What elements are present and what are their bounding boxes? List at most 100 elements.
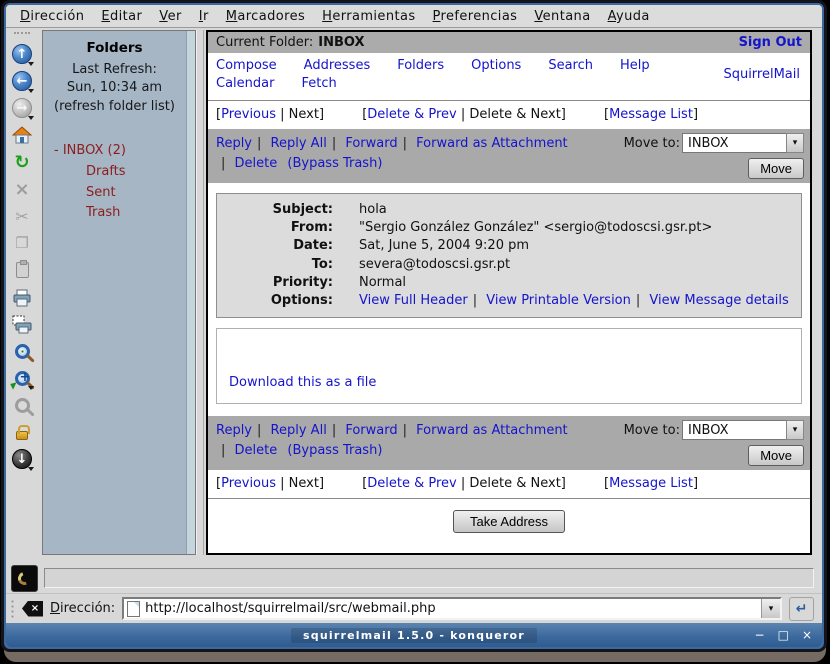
bypass-trash-link[interactable]: (Bypass Trash) (287, 156, 382, 171)
url-input[interactable] (145, 601, 761, 616)
chevron-down-icon[interactable]: ▾ (786, 420, 804, 440)
view-message-details-link[interactable]: View Message details (649, 293, 788, 308)
chevron-down-icon[interactable]: ▾ (786, 133, 804, 153)
nav-search[interactable]: Search (548, 58, 593, 73)
print-icon[interactable] (10, 285, 34, 309)
back-icon[interactable]: ← (10, 69, 34, 93)
message-list-link[interactable]: Message List (609, 107, 693, 122)
cut-icon[interactable]: ✂ (10, 204, 34, 228)
delete-prev-link[interactable]: Delete & Prev (367, 476, 456, 491)
toolbar-grip[interactable] (10, 599, 15, 619)
forward-link[interactable]: Forward (345, 136, 397, 151)
clear-location-icon[interactable]: × (22, 601, 43, 617)
menu-view[interactable]: Ver (159, 9, 181, 24)
reply-link[interactable]: Reply (216, 423, 252, 438)
copy-icon[interactable]: ❐ (10, 231, 34, 255)
maximize-button[interactable]: □ (778, 628, 789, 642)
delete-link[interactable]: Delete (235, 443, 278, 458)
pager-bottom: [Previous | Next] [Delete & Prev | Delet… (208, 470, 810, 498)
security-icon[interactable] (10, 420, 34, 444)
nav-calendar[interactable]: Calendar (216, 76, 274, 91)
options-label: Options: (223, 292, 333, 310)
forward-icon[interactable]: → (10, 96, 34, 120)
pane-splitter[interactable] (196, 30, 204, 555)
nav-folders[interactable]: Folders (397, 58, 444, 73)
nav-fetch[interactable]: Fetch (301, 76, 336, 91)
move-folder-select[interactable]: INBOX (682, 133, 786, 153)
zoom-in-icon[interactable] (10, 366, 34, 390)
move-to-label: Move to: (624, 136, 680, 151)
reply-link[interactable]: Reply (216, 136, 252, 151)
menu-go[interactable]: Ir (199, 9, 209, 24)
menu-settings[interactable]: Preferencias (433, 9, 518, 24)
view-printable-link[interactable]: View Printable Version (486, 293, 631, 308)
download-icon[interactable]: ↓ (10, 447, 34, 471)
up-icon[interactable]: ↑ (10, 42, 34, 66)
nav-options[interactable]: Options (471, 58, 521, 73)
location-toolbar: × Dirección: ▾ ↵ (6, 593, 822, 623)
current-folder-label: Current Folder: (216, 35, 313, 50)
menu-window[interactable]: Ventana (534, 9, 590, 24)
move-button[interactable]: Move (748, 158, 804, 179)
chevron-down-icon[interactable]: ▾ (761, 599, 780, 618)
message-body: Download this as a file (216, 328, 802, 404)
menu-edit[interactable]: Editar (101, 9, 142, 24)
minimize-button[interactable]: − (755, 628, 765, 642)
priority-label: Priority: (223, 274, 333, 292)
take-address-button[interactable]: Take Address (453, 510, 565, 533)
menu-tools[interactable]: Herramientas (322, 9, 415, 24)
nav-compose[interactable]: Compose (216, 58, 277, 73)
paste-icon[interactable] (10, 258, 34, 282)
forward-attachment-link[interactable]: Forward as Attachment (416, 423, 568, 438)
folder-drafts[interactable]: Drafts (54, 162, 183, 183)
go-icon[interactable]: ↵ (789, 597, 814, 621)
delete-prev-link[interactable]: Delete & Prev (367, 107, 456, 122)
move-folder-select[interactable]: INBOX (682, 420, 786, 440)
folder-sent[interactable]: Sent (54, 183, 183, 204)
move-to-label: Move to: (624, 423, 680, 438)
print-frame-icon[interactable] (10, 312, 34, 336)
action-bar-bottom: Reply| Reply All| Forward| Forward as At… (208, 416, 810, 470)
menu-help[interactable]: Ayuda (608, 9, 650, 24)
refresh-folder-list-link[interactable]: (refresh folder list) (46, 98, 183, 117)
date-label: Date: (223, 237, 333, 255)
zoom-out-icon[interactable] (10, 393, 34, 417)
move-controls: Move to: INBOX ▾ Move (624, 420, 804, 466)
folder-trash[interactable]: Trash (54, 203, 183, 224)
delete-link[interactable]: Delete (235, 156, 278, 171)
menu-bookmarks[interactable]: Marcadores (226, 9, 305, 24)
forward-link[interactable]: Forward (345, 423, 397, 438)
message-list-link[interactable]: Message List (609, 476, 693, 491)
subject-label: Subject: (223, 201, 333, 219)
to-value: severa@todoscsi.gsr.pt (333, 256, 510, 274)
nav-help[interactable]: Help (620, 58, 650, 73)
message-view-frame: Current Folder: INBOX Sign Out Compose A… (206, 30, 812, 555)
reload-icon[interactable]: ↻ (10, 150, 34, 174)
sign-out-link[interactable]: Sign Out (739, 35, 802, 50)
reply-all-link[interactable]: Reply All (271, 136, 327, 151)
from-value: "Sergio González González" <sergio@todos… (333, 219, 712, 237)
forward-attachment-link[interactable]: Forward as Attachment (416, 136, 568, 151)
subject-value: hola (333, 201, 387, 219)
sidebar-scrollbar[interactable] (186, 31, 195, 554)
close-button[interactable]: × (802, 628, 812, 642)
stop-icon[interactable]: × (10, 177, 34, 201)
loading-spinner-icon (11, 565, 38, 592)
previous-link[interactable]: Previous (221, 476, 276, 491)
page-icon (127, 601, 140, 617)
view-magnifier-icon[interactable] (10, 339, 34, 363)
folder-list: - INBOX (2) Drafts Sent Trash (46, 141, 183, 224)
move-button[interactable]: Move (748, 445, 804, 466)
home-icon[interactable] (10, 123, 34, 147)
download-file-link[interactable]: Download this as a file (229, 375, 376, 390)
menu-location[interactable]: Dirección (20, 9, 84, 24)
pager-top: [Previous | Next] [Delete & Prev | Delet… (208, 101, 810, 129)
action-bar-top: Reply| Reply All| Forward| Forward as At… (208, 129, 810, 183)
view-full-header-link[interactable]: View Full Header (359, 293, 468, 308)
nav-addresses[interactable]: Addresses (304, 58, 371, 73)
bypass-trash-link[interactable]: (Bypass Trash) (287, 443, 382, 458)
toolbar-grip[interactable] (14, 32, 30, 36)
previous-link[interactable]: Previous (221, 107, 276, 122)
reply-all-link[interactable]: Reply All (271, 423, 327, 438)
folder-inbox[interactable]: - INBOX (2) (54, 141, 183, 162)
